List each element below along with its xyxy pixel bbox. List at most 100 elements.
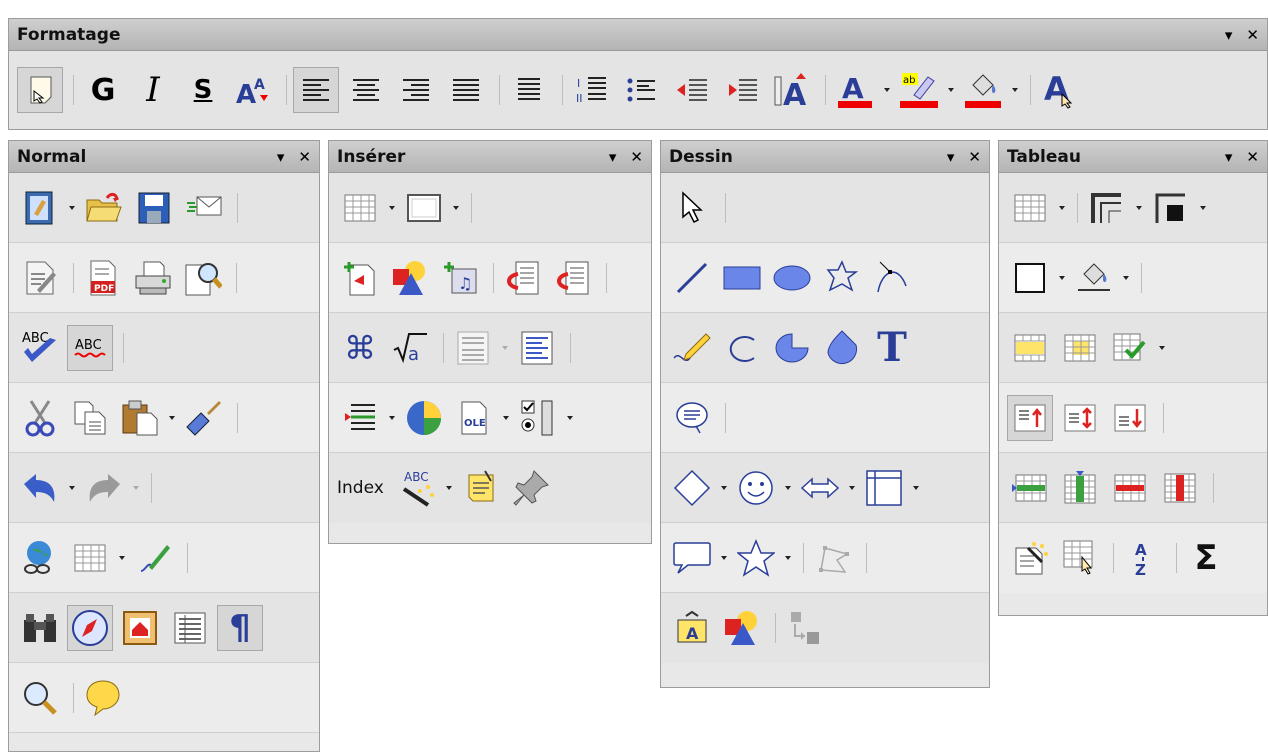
align-middle-button[interactable] — [1057, 395, 1103, 441]
circle-pie-button[interactable] — [769, 325, 815, 371]
sum-button[interactable]: Σ — [1183, 535, 1229, 581]
close-icon[interactable]: ✕ — [298, 148, 311, 166]
align-bottom-button[interactable] — [1107, 395, 1153, 441]
table-button[interactable] — [67, 535, 113, 581]
italic-button[interactable]: I — [130, 67, 176, 113]
toolbar-menu-icon[interactable]: ▾ — [1225, 26, 1233, 44]
background-color-dropdown[interactable] — [1010, 67, 1020, 113]
autospellcheck-button[interactable]: ABC — [67, 324, 113, 371]
points-button[interactable] — [810, 535, 856, 581]
flowchart-button[interactable] — [861, 465, 907, 511]
callout-shapes-dropdown[interactable] — [719, 535, 729, 581]
page-preview-button[interactable] — [180, 255, 226, 301]
table-dropdown[interactable] — [117, 535, 127, 581]
borders-dropdown[interactable] — [1057, 255, 1067, 301]
form-controls-dropdown[interactable] — [565, 395, 575, 441]
align-top-button[interactable] — [1007, 394, 1053, 441]
insert-section-dropdown[interactable] — [500, 325, 510, 371]
hyperlink-button[interactable] — [17, 535, 63, 581]
new-dropdown[interactable] — [67, 185, 77, 231]
new-button[interactable] — [17, 185, 63, 231]
grow-font-button[interactable]: A — [769, 67, 815, 113]
insert-ole-button[interactable]: OLE — [451, 395, 497, 441]
line-style-button[interactable] — [1084, 185, 1130, 231]
delete-rows-button[interactable] — [1107, 465, 1153, 511]
stars-button[interactable] — [733, 535, 779, 581]
fontwork-button[interactable]: A — [669, 605, 715, 651]
styles-pointer-button[interactable] — [17, 67, 63, 113]
insert-ole-dropdown[interactable] — [501, 395, 511, 441]
circle-segment-button[interactable] — [819, 325, 865, 371]
callout-button[interactable] — [669, 395, 715, 441]
data-sources-button[interactable] — [167, 605, 213, 651]
insert-columns-button[interactable] — [1057, 465, 1103, 511]
line-style-dropdown[interactable] — [1134, 185, 1144, 231]
character-button[interactable]: A — [1037, 67, 1083, 113]
form-controls-button[interactable] — [515, 395, 561, 441]
toolbar-titlebar[interactable]: Insérer ▾ ✕ — [329, 141, 651, 173]
redo-button[interactable] — [81, 465, 127, 511]
extrusion-button[interactable] — [782, 605, 828, 651]
background-color-button[interactable] — [960, 67, 1006, 113]
border-color-button[interactable] — [1148, 185, 1194, 231]
clone-formatting-button[interactable] — [181, 395, 227, 441]
gallery-button[interactable] — [117, 605, 163, 651]
insert-note-button[interactable] — [458, 465, 504, 511]
insert-section-button[interactable] — [450, 325, 496, 371]
increase-indent-button[interactable] — [719, 67, 765, 113]
insert-movie-button[interactable]: ♫ — [437, 255, 483, 301]
toolbar-titlebar[interactable]: Formatage ▾ ✕ — [9, 19, 1267, 51]
print-button[interactable] — [130, 255, 176, 301]
insert-special-char-button[interactable]: ⌘ — [337, 325, 383, 371]
insert-table-button[interactable] — [337, 185, 383, 231]
insert-table-dropdown[interactable] — [387, 185, 397, 231]
shadow-button[interactable]: S — [180, 67, 226, 113]
redo-dropdown[interactable] — [131, 465, 141, 511]
justify-button[interactable] — [443, 67, 489, 113]
navigator-button[interactable] — [67, 604, 113, 651]
split-cells-button[interactable] — [1057, 325, 1103, 371]
autoformat-button[interactable] — [1007, 535, 1053, 581]
basic-shapes-dropdown[interactable] — [719, 465, 729, 511]
paste-dropdown[interactable] — [167, 395, 177, 441]
highlight-dropdown[interactable] — [946, 67, 956, 113]
open-button[interactable] — [81, 185, 127, 231]
rectangle-button[interactable] — [719, 255, 765, 301]
help-button[interactable] — [80, 675, 126, 721]
save-button[interactable] — [131, 185, 177, 231]
toolbar-menu-icon[interactable]: ▾ — [947, 148, 955, 166]
insert-image-button[interactable] — [337, 255, 383, 301]
symbol-shapes-dropdown[interactable] — [783, 465, 793, 511]
undo-button[interactable] — [17, 465, 63, 511]
polygon-button[interactable] — [819, 255, 865, 301]
merge-cells-button[interactable] — [1007, 325, 1053, 371]
stars-dropdown[interactable] — [783, 535, 793, 581]
cut-button[interactable] — [17, 395, 63, 441]
curve-button[interactable] — [869, 255, 915, 301]
close-icon[interactable]: ✕ — [630, 148, 643, 166]
align-center-button[interactable] — [343, 67, 389, 113]
table-insert-button[interactable] — [1007, 185, 1053, 231]
pin-button[interactable] — [508, 465, 554, 511]
edit-file-button[interactable] — [17, 255, 63, 301]
ellipse-button[interactable] — [769, 255, 815, 301]
table-properties-button[interactable] — [1057, 535, 1103, 581]
vertical-text-button[interactable] — [506, 67, 552, 113]
insert-frame-button[interactable] — [401, 185, 447, 231]
block-arrows-dropdown[interactable] — [847, 465, 857, 511]
insert-field-button[interactable] — [337, 395, 383, 441]
numbering-button[interactable]: I II — [569, 67, 615, 113]
toolbar-menu-icon[interactable]: ▾ — [277, 148, 285, 166]
font-color-dropdown[interactable] — [882, 67, 892, 113]
delete-columns-button[interactable] — [1157, 465, 1203, 511]
sort-button[interactable]: AZ — [1120, 535, 1166, 581]
undo-dropdown[interactable] — [67, 465, 77, 511]
email-button[interactable] — [181, 185, 227, 231]
find-replace-button[interactable] — [17, 605, 63, 651]
insert-object-button[interactable] — [387, 255, 433, 301]
insert-rows-button[interactable] — [1007, 465, 1053, 511]
flowchart-dropdown[interactable] — [911, 465, 921, 511]
insert-frame-dropdown[interactable] — [451, 185, 461, 231]
insert-formula-button[interactable]: a — [387, 325, 433, 371]
spellcheck-button[interactable]: ABC — [17, 325, 63, 371]
